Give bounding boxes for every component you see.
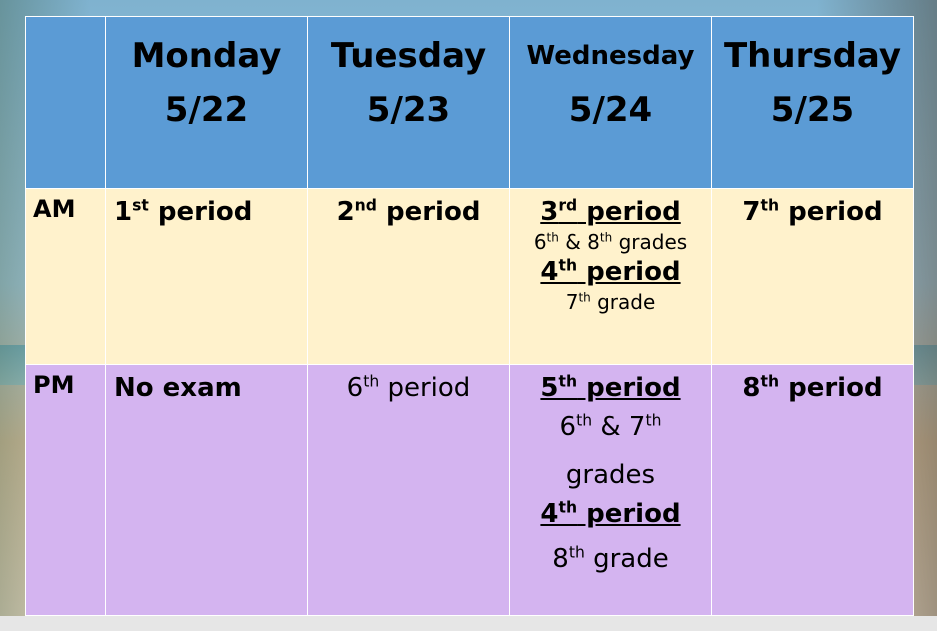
pm-wednesday-second-period: 4th period bbox=[540, 498, 681, 529]
header-row: Monday 5/22 Tuesday 5/23 Wednesday 5/24 … bbox=[25, 16, 914, 189]
am-thursday-cell: 7th period bbox=[711, 188, 914, 365]
pm-monday-text: No exam bbox=[114, 373, 242, 403]
am-wednesday-first-period: 3rd period bbox=[540, 196, 681, 227]
am-monday-period: 1st period bbox=[114, 196, 253, 227]
day-date: 5/22 bbox=[164, 90, 249, 130]
day-date: 5/23 bbox=[366, 90, 451, 130]
pm-tuesday-period: 6th period bbox=[346, 372, 471, 403]
pm-wednesday-first-period: 5th period bbox=[540, 372, 681, 403]
corner-cell bbox=[25, 16, 106, 189]
am-thursday-period: 7th period bbox=[742, 196, 883, 227]
pm-row: PM No exam 6th period 5th period 6th & 7… bbox=[25, 364, 914, 616]
row-label-pm: PM bbox=[33, 371, 75, 399]
header-tuesday: Tuesday 5/23 bbox=[307, 16, 510, 189]
day-name: Thursday bbox=[723, 36, 901, 76]
day-name: Monday bbox=[131, 36, 282, 76]
pm-label-cell: PM bbox=[25, 364, 106, 616]
am-wednesday-second-period: 4th period bbox=[540, 256, 681, 287]
pm-thursday-period: 8th period bbox=[742, 372, 883, 403]
pm-monday-cell: No exam bbox=[105, 364, 308, 616]
day-date: 5/24 bbox=[568, 90, 653, 130]
am-monday-cell: 1st period bbox=[105, 188, 308, 365]
am-tuesday-period: 2nd period bbox=[336, 196, 481, 227]
am-wednesday-second-grades: 7th grade bbox=[565, 290, 656, 314]
bottom-scroll-strip bbox=[0, 616, 937, 631]
pm-wednesday-second-grades: 8th grade bbox=[552, 543, 669, 574]
pm-tuesday-cell: 6th period bbox=[307, 364, 510, 616]
exam-schedule-table: Monday 5/22 Tuesday 5/23 Wednesday 5/24 … bbox=[25, 16, 914, 616]
am-wednesday-first-grades: 6th & 8th grades bbox=[533, 230, 688, 254]
day-name: Tuesday bbox=[330, 36, 487, 76]
header-monday: Monday 5/22 bbox=[105, 16, 308, 189]
pm-thursday-cell: 8th period bbox=[711, 364, 914, 616]
pm-wednesday-cell: 5th period 6th & 7th grades 4th period 8t… bbox=[509, 364, 712, 616]
day-date: 5/25 bbox=[770, 90, 855, 130]
am-wednesday-cell: 3rd period 6th & 8th grades 4th period 7… bbox=[509, 188, 712, 365]
am-label-cell: AM bbox=[25, 188, 106, 365]
am-tuesday-cell: 2nd period bbox=[307, 188, 510, 365]
day-name: Wednesday bbox=[526, 41, 695, 71]
header-thursday: Thursday 5/25 bbox=[711, 16, 914, 189]
am-row: AM 1st period 2nd period 3rd period 6th … bbox=[25, 188, 914, 365]
header-wednesday: Wednesday 5/24 bbox=[509, 16, 712, 189]
row-label-am: AM bbox=[33, 195, 76, 223]
pm-wednesday-first-grades: 6th & 7th grades bbox=[559, 411, 662, 490]
